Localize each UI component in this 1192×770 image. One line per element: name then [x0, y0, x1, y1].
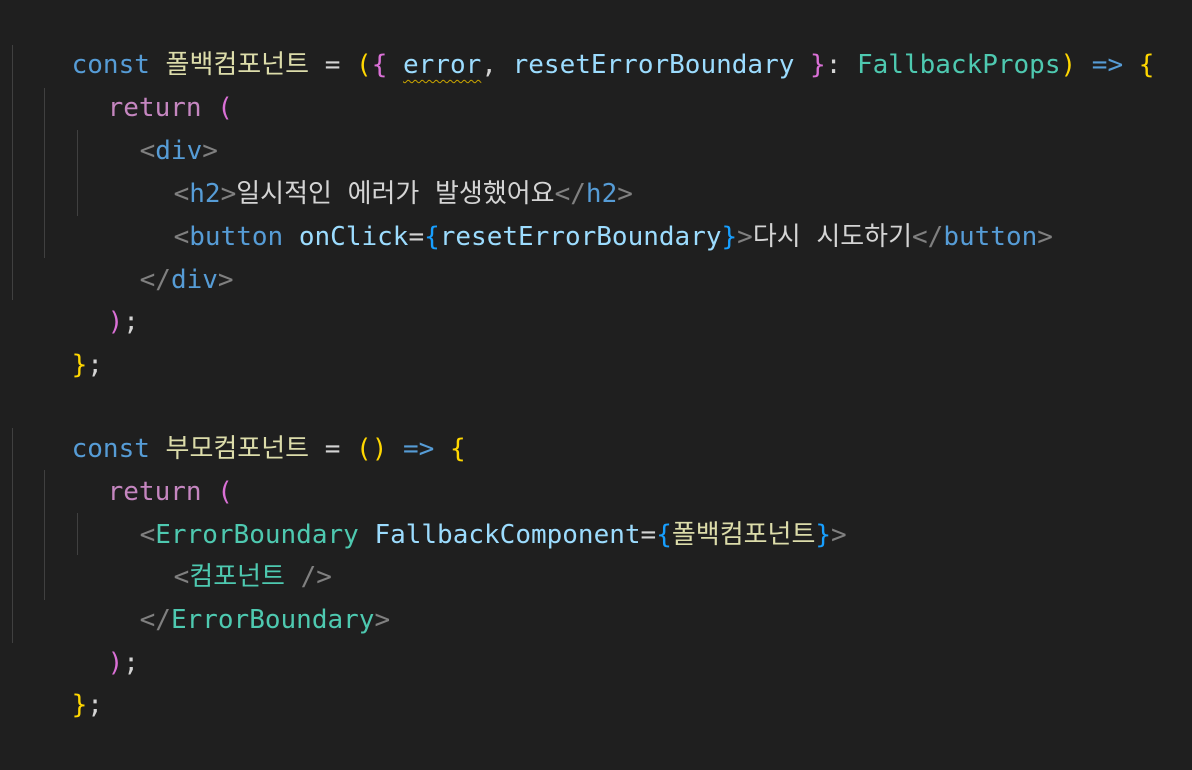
punctuation: ,	[481, 50, 513, 80]
attribute-name: onClick	[298, 222, 409, 252]
arrow-operator: =>	[1076, 50, 1139, 80]
tag-name: div	[170, 265, 218, 295]
code-line-3[interactable]: <div>	[77, 87, 218, 166]
code-line-13[interactable]: <컴포넌트 />	[111, 513, 332, 592]
code-line-12[interactable]: <ErrorBoundary FallbackComponent={폴백컴포넌트…	[77, 471, 847, 550]
brace: {	[656, 520, 672, 550]
param-reset: resetErrorBoundary	[512, 50, 795, 80]
operator: =	[309, 50, 357, 80]
code-line-7[interactable]: );	[45, 258, 139, 337]
attribute-value: resetErrorBoundary	[439, 222, 722, 252]
brace: {	[371, 50, 388, 80]
code-line-1[interactable]: const 폴백컴포넌트 = ({ error, resetErrorBound…	[9, 1, 1155, 80]
tag-bracket: >	[217, 265, 234, 295]
code-line-15[interactable]: );	[45, 599, 139, 678]
code-line-5[interactable]: <button onClick={resetErrorBoundary}>다시 …	[111, 173, 1053, 252]
brace: {	[449, 434, 466, 464]
paren: (	[356, 50, 372, 80]
brace: {	[1138, 50, 1155, 80]
brace: }	[721, 222, 738, 252]
code-line-2[interactable]: return (	[45, 44, 233, 123]
code-line-14[interactable]: </ErrorBoundary>	[77, 556, 390, 635]
tag-bracket: >	[374, 605, 391, 635]
semicolon: ;	[87, 350, 103, 380]
operator: =	[640, 520, 657, 550]
attribute-value: 폴백컴포넌트	[671, 520, 816, 550]
brace: }	[71, 690, 88, 720]
brace: }	[815, 520, 832, 550]
brace: {	[424, 222, 440, 252]
punctuation: :	[825, 50, 857, 80]
code-line-8[interactable]: };	[9, 301, 103, 380]
tag-name: button	[943, 222, 1038, 252]
code-line-11[interactable]: return (	[45, 428, 233, 507]
tag-bracket: </	[139, 265, 171, 295]
type-name: FallbackProps	[857, 50, 1061, 80]
paren: )	[107, 307, 124, 337]
paren: (	[217, 93, 233, 123]
arrow-operator: =>	[387, 434, 450, 464]
code-editor[interactable]: const 폴백컴포넌트 = ({ error, resetErrorBound…	[0, 0, 1192, 720]
paren: ()	[356, 434, 388, 464]
operator: =	[408, 222, 425, 252]
jsx-text: 다시 시도하기	[752, 222, 913, 252]
paren: )	[1060, 50, 1077, 80]
tag-bracket: >	[1037, 222, 1053, 252]
code-line-6[interactable]: </div>	[77, 216, 234, 295]
tag-bracket: </	[912, 222, 944, 252]
semicolon: ;	[87, 690, 103, 720]
paren: )	[107, 648, 124, 678]
code-line-16[interactable]: };	[9, 641, 103, 720]
tag-bracket: </	[139, 605, 171, 635]
code-line-4[interactable]: <h2>일시적인 에러가 발생했어요</h2>	[111, 130, 633, 209]
attribute-name: FallbackComponent	[374, 520, 641, 550]
semicolon: ;	[123, 648, 139, 678]
param-error: error	[403, 50, 482, 80]
code-line-10[interactable]: const 부모컴포넌트 = () => {	[9, 385, 466, 464]
tag-bracket: >	[831, 520, 847, 550]
component-name: ErrorBoundary	[170, 605, 375, 635]
brace: }	[71, 350, 88, 380]
tag-bracket: >	[737, 222, 753, 252]
brace: }	[810, 50, 826, 80]
operator: =	[309, 434, 357, 464]
semicolon: ;	[123, 307, 139, 337]
